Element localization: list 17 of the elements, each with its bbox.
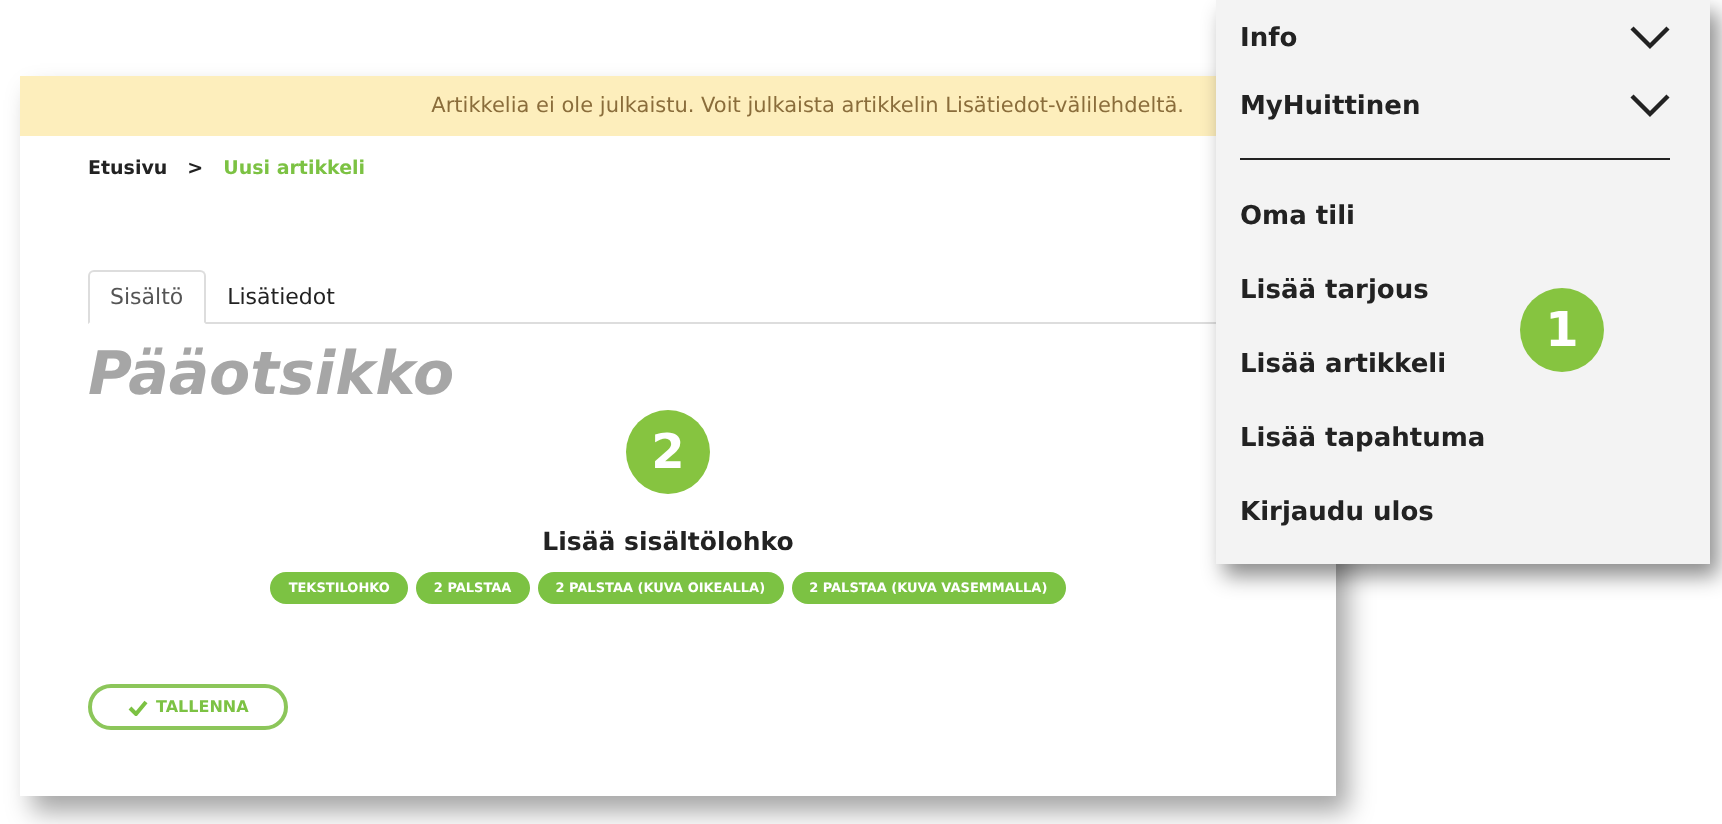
callout-number: 1 bbox=[1520, 288, 1604, 372]
check-icon bbox=[128, 699, 148, 715]
menu-item[interactable]: Lisää tarjous bbox=[1240, 254, 1429, 328]
breadcrumb-separator: > bbox=[187, 158, 204, 180]
chevron-down-icon[interactable] bbox=[1630, 26, 1670, 50]
tab[interactable]: Sisältö bbox=[88, 270, 206, 324]
tab[interactable]: Lisätiedot bbox=[205, 270, 357, 324]
block-heading: Lisää sisältölohko bbox=[542, 526, 794, 556]
callout-number: 2 bbox=[626, 410, 710, 494]
menu-section[interactable]: MyHuittinen bbox=[1240, 91, 1421, 121]
menu-item[interactable]: Oma tili bbox=[1240, 180, 1355, 254]
chevron-down-icon[interactable] bbox=[1630, 94, 1670, 118]
menu-item[interactable]: Lisää tapahtuma bbox=[1240, 402, 1486, 476]
menu-section[interactable]: Info bbox=[1240, 23, 1298, 53]
menu-item[interactable]: Lisää artikkeli bbox=[1240, 328, 1447, 402]
breadcrumb-link[interactable]: Etusivu bbox=[88, 158, 168, 180]
menu-item[interactable]: Kirjaudu ulos bbox=[1240, 476, 1434, 550]
